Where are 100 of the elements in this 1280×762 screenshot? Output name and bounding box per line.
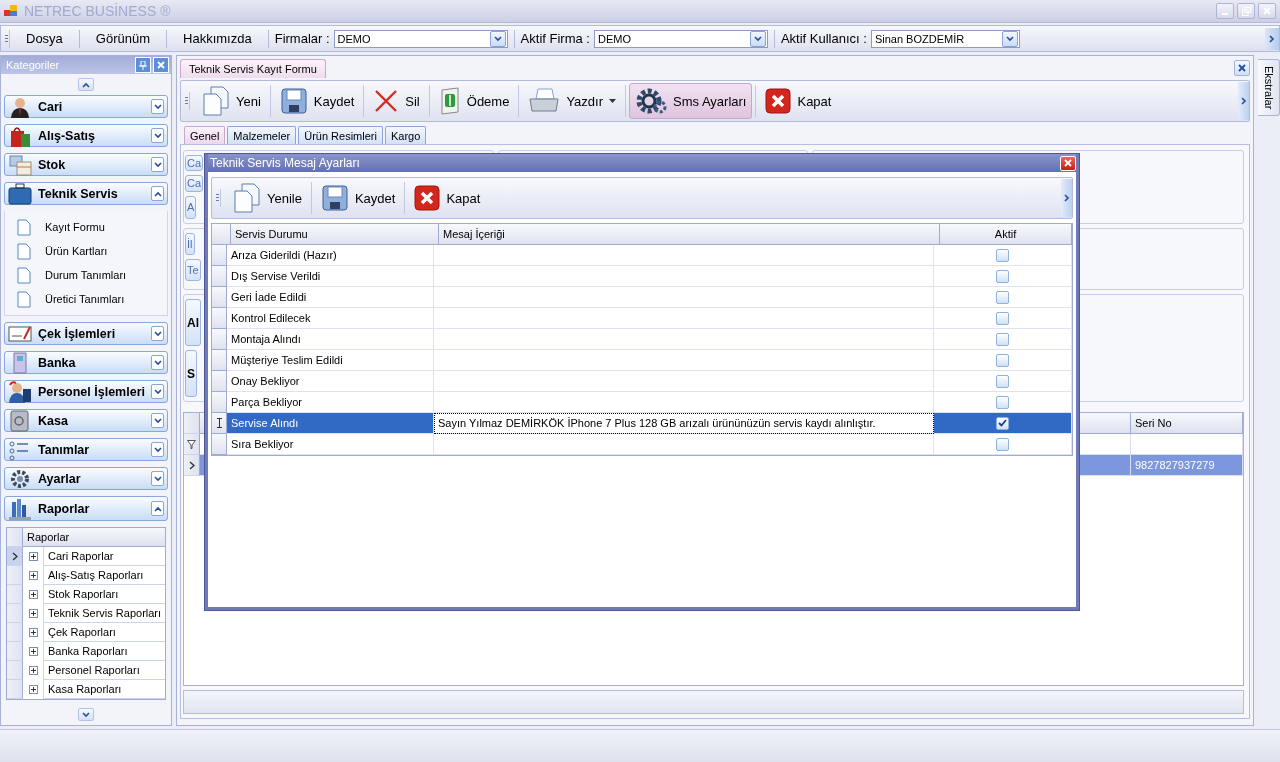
category-header[interactable]: Kasa [4, 409, 168, 432]
dropdown-button[interactable] [1001, 30, 1018, 47]
toolbar-button[interactable]: Ödeme [432, 83, 516, 119]
category-header[interactable]: Teknik Servis [4, 182, 168, 205]
toolbar-button[interactable]: Kapat [408, 180, 487, 216]
toolbar-button[interactable]: Sil [367, 83, 426, 119]
side-tab[interactable]: Ekstralar [1258, 59, 1280, 117]
toolbar-button[interactable]: Yazdır [522, 83, 622, 119]
tree-node[interactable]: Kasa Raporları [43, 680, 165, 699]
overflow-button[interactable] [1238, 82, 1249, 120]
checkbox[interactable] [996, 248, 1009, 262]
category-header[interactable]: Tanımlar [4, 438, 168, 461]
category-item[interactable]: Durum Tanımları [45, 269, 127, 281]
checkbox[interactable] [996, 395, 1009, 409]
scroll-down-button[interactable] [78, 708, 94, 721]
table-cell[interactable] [434, 245, 934, 266]
category-header[interactable]: Stok [4, 153, 168, 176]
form-tab[interactable]: Kargo [384, 126, 427, 144]
restore-button[interactable] [1237, 3, 1255, 19]
table-cell[interactable] [434, 392, 934, 413]
category-header[interactable]: Ayarlar [4, 467, 168, 490]
form-tab[interactable]: Genel [184, 126, 226, 144]
grip-icon[interactable] [214, 189, 221, 207]
checkbox[interactable] [996, 332, 1009, 346]
action-button[interactable]: S [185, 350, 197, 397]
collapse-toggle[interactable] [151, 501, 164, 516]
table-cell[interactable] [434, 434, 934, 455]
collapse-toggle[interactable] [151, 413, 164, 428]
dropdown-button[interactable] [749, 30, 766, 47]
table-cell[interactable] [434, 308, 934, 329]
category-item[interactable]: Üretici Tanımları [45, 293, 125, 305]
table-cell[interactable] [434, 371, 934, 392]
plus-box-icon[interactable] [28, 666, 38, 675]
grip-icon[interactable] [183, 92, 190, 110]
close-button[interactable] [1234, 60, 1250, 76]
action-button[interactable]: Al [185, 299, 201, 346]
filter-icon[interactable] [187, 439, 196, 449]
scroll-up-button[interactable] [78, 78, 94, 91]
tree-node[interactable]: Alış-Satış Raporları [43, 566, 165, 585]
plus-box-icon[interactable] [28, 628, 38, 637]
category-item[interactable]: Kayıt Formu [45, 221, 105, 233]
table-cell[interactable] [434, 329, 934, 350]
table-cell[interactable]: Sayın Yılmaz DEMİRKÖK İPhone 7 Plus 128 GB arızalı ürününüzün servis kaydı alınlıştır. [434, 413, 934, 434]
form-tab[interactable]: Ürün Resimleri [298, 126, 383, 144]
category-header[interactable]: Banka [4, 351, 168, 374]
collapse-toggle[interactable] [151, 157, 164, 172]
checkbox[interactable] [996, 269, 1009, 283]
category-header[interactable]: Çek İşlemleri [4, 322, 168, 345]
form-tab[interactable]: Malzemeler [227, 126, 297, 144]
minimize-button[interactable] [1216, 3, 1234, 19]
tree-node[interactable]: Stok Raporları [43, 585, 165, 604]
plus-box-icon[interactable] [28, 685, 38, 694]
category-header[interactable]: Raporlar [4, 496, 168, 521]
toolbar-button[interactable]: Yenile [227, 180, 308, 216]
toolbar-button[interactable]: Kaydet [314, 180, 402, 216]
plus-box-icon[interactable] [28, 609, 38, 618]
plus-box-icon[interactable] [28, 590, 38, 599]
checkbox[interactable] [996, 311, 1009, 325]
field-label[interactable]: A [185, 195, 197, 219]
category-header[interactable]: Cari [4, 95, 168, 118]
menu-item[interactable]: Dosya [16, 28, 73, 49]
checkbox[interactable] [996, 353, 1009, 367]
collapse-toggle[interactable] [151, 384, 164, 399]
menu-item[interactable]: Hakkımızda [173, 28, 262, 49]
field-label[interactable]: Te [185, 259, 201, 281]
table-cell[interactable] [434, 266, 934, 287]
checkbox[interactable] [996, 290, 1009, 304]
tree-node[interactable]: Banka Raporları [43, 642, 165, 661]
plus-box-icon[interactable] [28, 552, 38, 561]
collapse-toggle[interactable] [151, 99, 164, 114]
toolbar-button[interactable]: Kapat [759, 83, 838, 119]
table-cell[interactable] [434, 350, 934, 371]
checkbox[interactable] [996, 437, 1009, 451]
tree-node[interactable]: Cari Raporlar [43, 547, 165, 566]
grip-icon[interactable] [3, 29, 10, 48]
category-item[interactable]: Ürün Kartları [45, 245, 108, 257]
collapse-toggle[interactable] [151, 471, 164, 486]
checkbox[interactable] [996, 416, 1009, 430]
checkbox[interactable] [996, 374, 1009, 388]
combo-box[interactable]: Sinan BOZDEMİR [870, 29, 1020, 48]
filter-cell[interactable] [1131, 434, 1243, 455]
document-tab[interactable]: Teknik Servis Kayıt Formu [180, 59, 326, 78]
category-header[interactable]: Alış-Satış [4, 124, 168, 147]
menu-item[interactable]: Görünüm [85, 28, 161, 49]
category-header[interactable]: Personel İşlemleri [4, 380, 168, 403]
tree-node[interactable]: Teknik Servis Raporları [43, 604, 165, 623]
toolbar-button[interactable]: Kaydet [273, 83, 361, 119]
collapse-toggle[interactable] [151, 355, 164, 370]
plus-box-icon[interactable] [28, 571, 38, 580]
combo-box[interactable]: DEMO [593, 29, 768, 48]
collapse-toggle[interactable] [151, 326, 164, 341]
tree-node[interactable]: Çek Raporları [43, 623, 165, 642]
field-label[interactable]: İl [185, 233, 195, 255]
plus-box-icon[interactable] [28, 647, 38, 656]
pin-button[interactable] [135, 57, 151, 73]
tree-node[interactable]: Personel Raporları [43, 661, 165, 680]
collapse-toggle[interactable] [151, 186, 164, 201]
overflow-button[interactable] [1265, 27, 1279, 50]
field-label[interactable]: Ca [185, 155, 204, 172]
toolbar-button[interactable]: Yeni [196, 83, 267, 119]
